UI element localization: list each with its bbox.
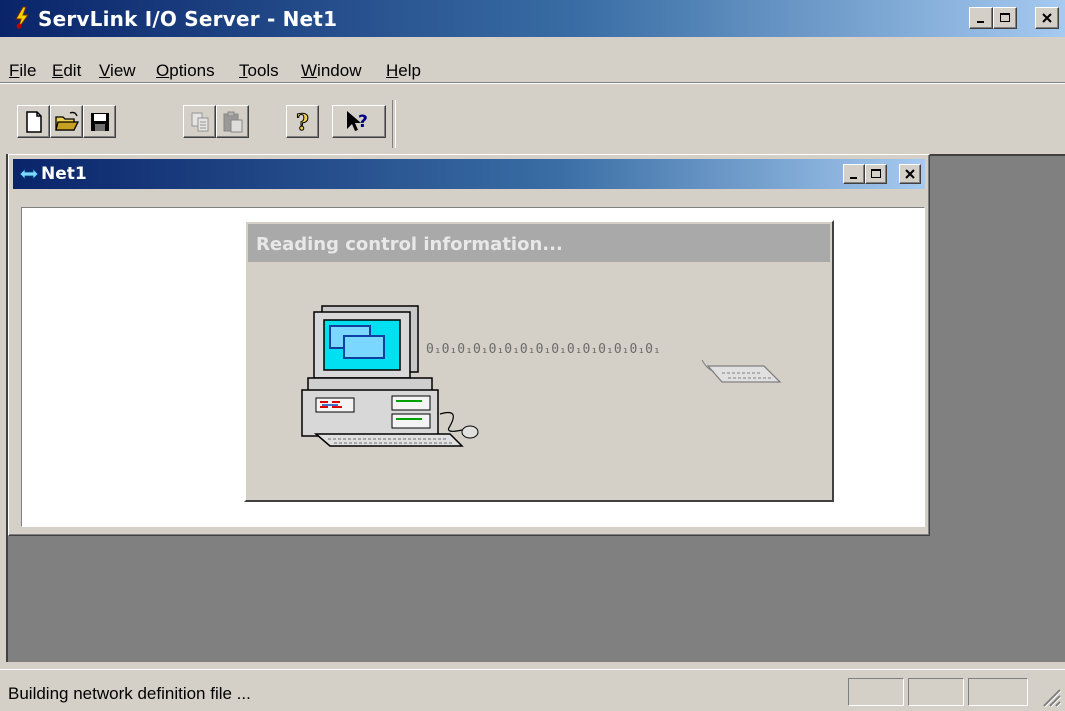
menu-file[interactable]: File [9,62,36,80]
maximize-button[interactable] [993,7,1017,29]
status-bar: Building network definition file ... [0,669,1065,711]
menu-edit[interactable]: Edit [52,62,81,80]
remote-keyboard-icon [706,365,782,383]
new-button[interactable] [17,105,50,138]
app-titlebar[interactable]: ServLink I/O Server - Net1 [0,0,1065,37]
svg-text:?: ? [358,112,368,132]
context-help-button[interactable]: ? [332,105,386,138]
close-icon [1042,13,1052,23]
toolbar-separator [0,82,1065,84]
help-icon: ? [295,109,309,135]
network-arrows-icon [19,168,39,180]
maximize-icon [871,169,881,178]
status-text: Building network definition file ... [8,684,251,703]
menu-tools[interactable]: Tools [239,62,279,80]
new-document-icon [25,110,42,133]
status-pane-3 [968,678,1028,706]
menu-view[interactable]: View [99,62,136,80]
svg-text:?: ? [296,110,309,135]
toolbar-end-separator [392,100,396,148]
status-pane-2 [908,678,964,706]
paste-button[interactable] [216,105,249,138]
help-button[interactable]: ? [286,105,319,138]
child-minimize-button[interactable] [843,164,865,184]
binary-stream-text: 0₁0₁0₁0₁0₁0₁0₁0₁0₁0₁0₁0₁0₁0₁0₁ [426,342,661,357]
menu-help[interactable]: Help [386,62,421,80]
menu-window[interactable]: Window [301,62,361,80]
progress-dialog: Reading control information... 0₁0₁0₁0₁0… [244,220,834,502]
dialog-title: Reading control information... [256,234,563,255]
open-button[interactable] [50,105,83,138]
maximize-icon [1000,13,1010,22]
copy-button[interactable] [183,105,216,138]
context-help-icon: ? [347,110,368,132]
app-title: ServLink I/O Server - Net1 [38,7,338,31]
save-floppy-icon [90,112,109,131]
child-titlebar[interactable]: Net1 [13,159,925,189]
close-icon [905,169,915,179]
open-folder-icon [54,111,79,131]
resize-grip-icon[interactable] [1040,686,1062,708]
computer-transfer-illustration [301,305,782,447]
child-close-button[interactable] [899,164,921,184]
close-button[interactable] [1035,7,1059,29]
minimize-icon [977,21,984,23]
paste-icon [223,111,242,132]
copy-icon [191,112,208,131]
save-button[interactable] [83,105,116,138]
dialog-titlebar[interactable]: Reading control information... [248,224,830,262]
minimize-button[interactable] [969,7,993,29]
minimize-icon [850,177,857,179]
menu-bar: File Edit View Options Tools Window Help [0,37,1065,80]
app-lightning-icon [15,6,29,30]
child-maximize-button[interactable] [865,164,887,184]
menu-options[interactable]: Options [156,62,215,80]
child-window-title: Net1 [41,164,87,184]
status-pane-1 [848,678,904,706]
